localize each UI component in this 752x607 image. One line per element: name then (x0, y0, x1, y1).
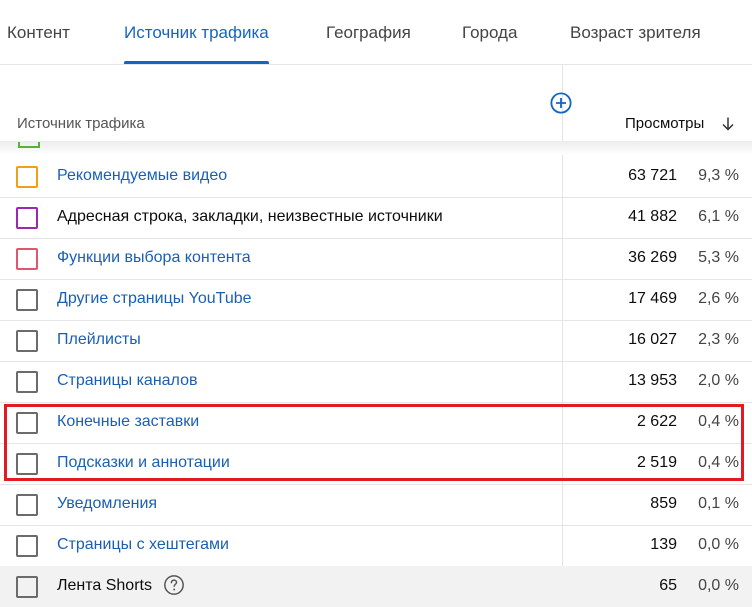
row-percent: 2,6 % (698, 290, 739, 307)
row-percent: 0,1 % (698, 495, 739, 512)
partial-checkbox-scrolled (18, 142, 40, 148)
tab-label: Города (462, 23, 518, 42)
row-views: 16 027 (628, 331, 677, 348)
tab-cities[interactable]: Города (462, 0, 517, 64)
tab-traffic-source[interactable]: Источник трафика (124, 0, 269, 64)
row-percent: 0,4 % (698, 413, 739, 430)
row-checkbox[interactable] (16, 453, 38, 475)
row-checkbox[interactable] (16, 412, 38, 434)
row-label-link[interactable]: Плейлисты (57, 331, 141, 349)
row-checkbox[interactable] (16, 371, 38, 393)
table-row[interactable]: Подсказки и аннотации 2 519 0,4 % (0, 443, 752, 485)
row-views: 65 (659, 577, 677, 594)
row-checkbox[interactable] (16, 248, 38, 270)
table-row[interactable]: Другие страницы YouTube 17 469 2,6 % (0, 279, 752, 321)
row-percent: 6,1 % (698, 208, 739, 225)
table-row[interactable]: Страницы каналов 13 953 2,0 % (0, 361, 752, 403)
row-percent: 2,0 % (698, 372, 739, 389)
row-checkbox[interactable] (16, 535, 38, 557)
row-views: 139 (650, 536, 677, 553)
table-row[interactable]: Страницы с хештегами 139 0,0 % (0, 525, 752, 567)
tab-label: География (326, 23, 411, 42)
plus-circle-icon (550, 92, 572, 114)
column-header-views[interactable]: Просмотры (625, 115, 704, 132)
sort-descending-icon[interactable] (720, 116, 736, 132)
row-percent: 2,3 % (698, 331, 739, 348)
row-label-link[interactable]: Подсказки и аннотации (57, 454, 230, 472)
column-header-traffic-source: Источник трафика (17, 115, 145, 132)
row-views: 2 622 (636, 413, 677, 430)
row-percent: 0,0 % (698, 577, 739, 594)
row-label-link[interactable]: Рекомендуемые видео (57, 167, 227, 185)
row-label: Адресная строка, закладки, неизвестные и… (57, 208, 443, 225)
tab-bar: Контент Источник трафика География Город… (0, 0, 752, 65)
tab-geography[interactable]: География (326, 0, 411, 64)
active-tab-indicator (124, 61, 269, 64)
row-checkbox[interactable] (16, 289, 38, 311)
table-row[interactable]: Функции выбора контента 36 269 5,3 % (0, 238, 752, 280)
row-checkbox[interactable] (16, 207, 38, 229)
row-views: 17 469 (628, 290, 677, 307)
row-label-link[interactable]: Функции выбора контента (57, 249, 251, 267)
row-percent: 0,0 % (698, 536, 739, 553)
row-checkbox[interactable] (16, 330, 38, 352)
row-percent: 5,3 % (698, 249, 739, 266)
row-views: 2 519 (636, 454, 677, 471)
tab-content[interactable]: Контент (7, 0, 70, 64)
row-label: Лента Shorts (57, 577, 152, 594)
row-checkbox[interactable] (16, 166, 38, 188)
table-row[interactable]: Плейлисты 16 027 2,3 % (0, 320, 752, 362)
table-row[interactable]: Конечные заставки 2 622 0,4 % (0, 402, 752, 444)
row-label-link[interactable]: Другие страницы YouTube (57, 290, 252, 308)
header-shadow (0, 141, 752, 155)
add-metric-button[interactable] (550, 92, 572, 114)
row-views: 13 953 (628, 372, 677, 389)
row-checkbox[interactable] (16, 576, 38, 598)
tab-label: Контент (7, 23, 70, 42)
row-views: 36 269 (628, 249, 677, 266)
row-label-link[interactable]: Уведомления (57, 495, 157, 513)
table-row[interactable]: Рекомендуемые видео 63 721 9,3 % (0, 156, 752, 198)
row-views: 859 (650, 495, 677, 512)
row-label-link[interactable]: Страницы с хештегами (57, 536, 229, 554)
tab-label: Возраст зрителя (570, 23, 701, 42)
tab-label: Источник трафика (124, 23, 269, 42)
help-icon[interactable] (163, 574, 185, 596)
row-views: 63 721 (628, 167, 677, 184)
row-percent: 9,3 % (698, 167, 739, 184)
table-row[interactable]: Адресная строка, закладки, неизвестные и… (0, 197, 752, 239)
row-label-link[interactable]: Страницы каналов (57, 372, 197, 390)
tab-viewer-age[interactable]: Возраст зрителя (570, 0, 701, 64)
table-row[interactable]: Лента Shorts 65 0,0 % (0, 566, 752, 607)
table-row[interactable]: Уведомления 859 0,1 % (0, 484, 752, 526)
row-checkbox[interactable] (16, 494, 38, 516)
row-label-link[interactable]: Конечные заставки (57, 413, 199, 431)
row-views: 41 882 (628, 208, 677, 225)
row-percent: 0,4 % (698, 454, 739, 471)
